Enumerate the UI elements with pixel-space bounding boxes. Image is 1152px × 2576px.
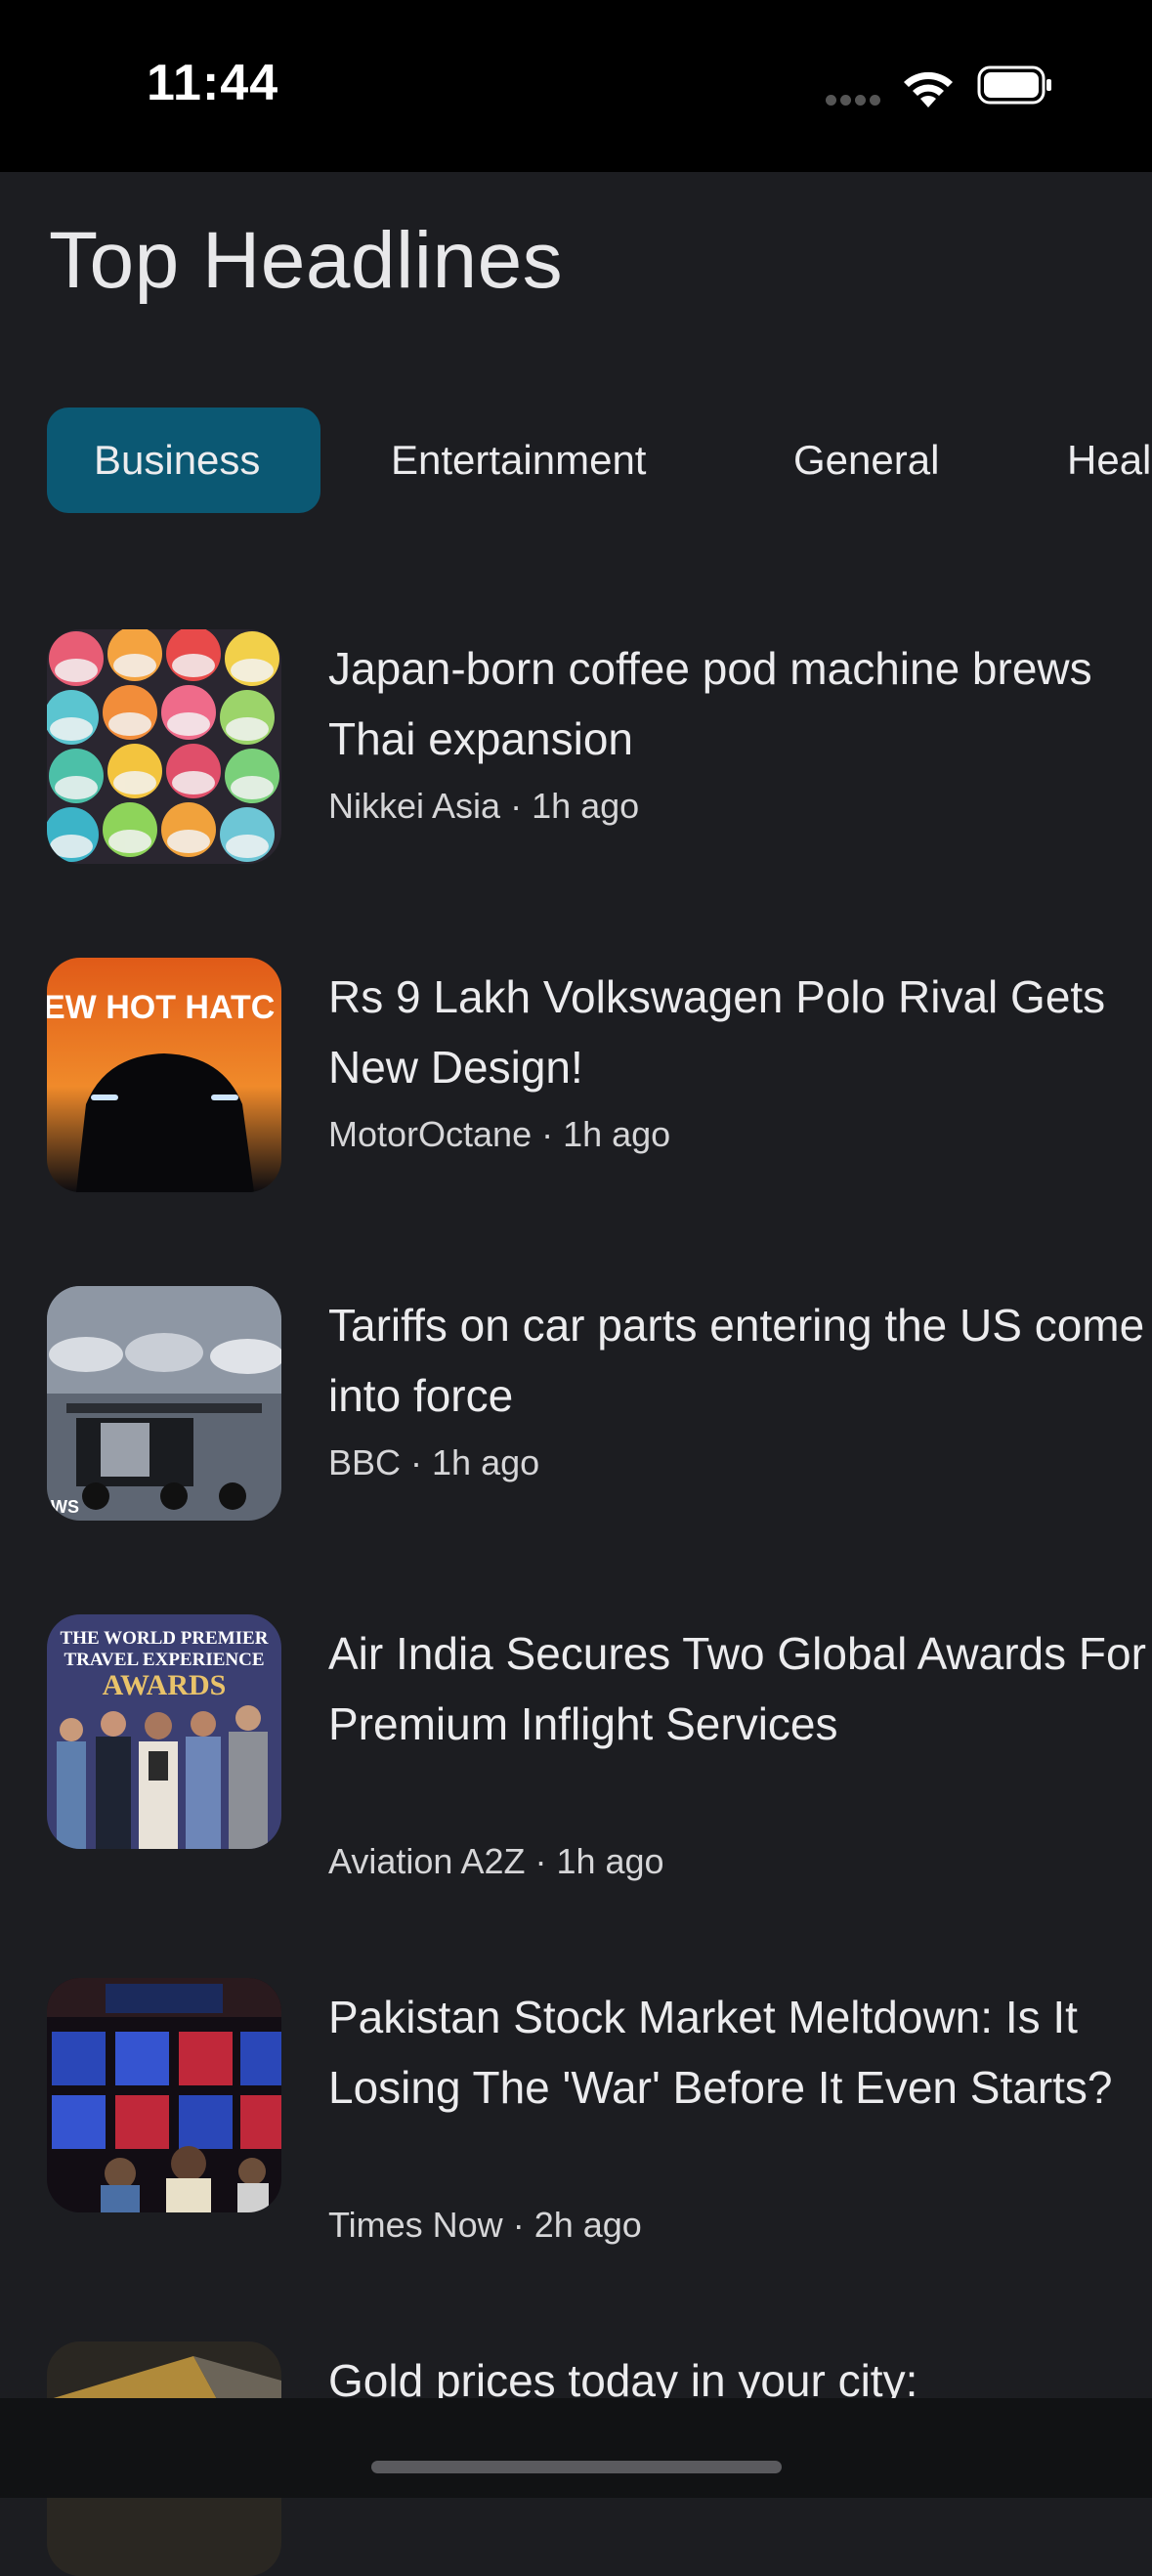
bottom-safe-area [0, 2398, 1152, 2498]
article-time: 1h ago [556, 1841, 664, 1881]
article-source: Nikkei Asia [328, 786, 501, 826]
article-title: Pakistan Stock Market Meltdown: Is It Lo… [328, 1992, 1113, 2113]
thumbnail-text: WS [51, 1497, 79, 1517]
article-source: BBC [328, 1442, 402, 1482]
article-meta: BBC · 1h ago [328, 1442, 540, 1482]
article-thumbnail: THE WORLD PREMIER TRAVEL EXPERIENCE AWAR… [47, 1614, 281, 1849]
article-time: 1h ago [532, 786, 640, 826]
page-title: Top Headlines [49, 216, 564, 305]
status-bar: 11:44 [0, 0, 1152, 172]
thumbnail-text: THE WORLD PREMIER [61, 1628, 269, 1649]
article-meta: MotorOctane · 1h ago [328, 1114, 671, 1154]
article-thumbnail [47, 1978, 281, 2212]
article-source: MotorOctane [328, 1114, 533, 1154]
article-meta: Times Now · 2h ago [328, 2205, 642, 2245]
article-meta: Nikkei Asia · 1h ago [328, 786, 640, 826]
article-thumbnail: WS [47, 1286, 281, 1521]
article-title: Japan-born coffee pod machine brews Thai… [328, 643, 1092, 764]
article-time: 1h ago [432, 1442, 540, 1482]
article-time: 2h ago [533, 2205, 642, 2245]
thumbnail-text: EW HOT HATC [47, 989, 275, 1026]
tab-business[interactable]: Business [47, 408, 320, 513]
thumbnail-text: AWARDS [103, 1669, 227, 1701]
article-meta: Aviation A2Z · 1h ago [328, 1841, 664, 1881]
wifi-icon [904, 71, 953, 107]
article-title: Rs 9 Lakh Volkswagen Polo Rival Gets New… [328, 971, 1106, 1093]
status-time: 11:44 [147, 55, 279, 111]
thumbnail-text: TRAVEL EXPERIENCE [64, 1650, 264, 1670]
article-source: Times Now [328, 2205, 503, 2245]
tab-health[interactable]: Heal [1020, 408, 1152, 513]
tab-entertainment[interactable]: Entertainment [344, 408, 693, 513]
category-tabs: Business Entertainment General Heal [0, 408, 1152, 513]
home-indicator[interactable] [371, 2461, 782, 2473]
cellular-signal-icon [826, 93, 884, 106]
article-title: Air India Secures Two Global Awards For … [328, 1628, 1146, 1749]
tab-general[interactable]: General [747, 408, 986, 513]
battery-icon [977, 65, 1051, 105]
article-source: Aviation A2Z [328, 1841, 526, 1881]
article-title: Tariffs on car parts entering the US com… [328, 1300, 1145, 1421]
article-thumbnail [47, 629, 281, 864]
article-time: 1h ago [563, 1114, 671, 1154]
article-thumbnail: EW HOT HATC [47, 958, 281, 1192]
